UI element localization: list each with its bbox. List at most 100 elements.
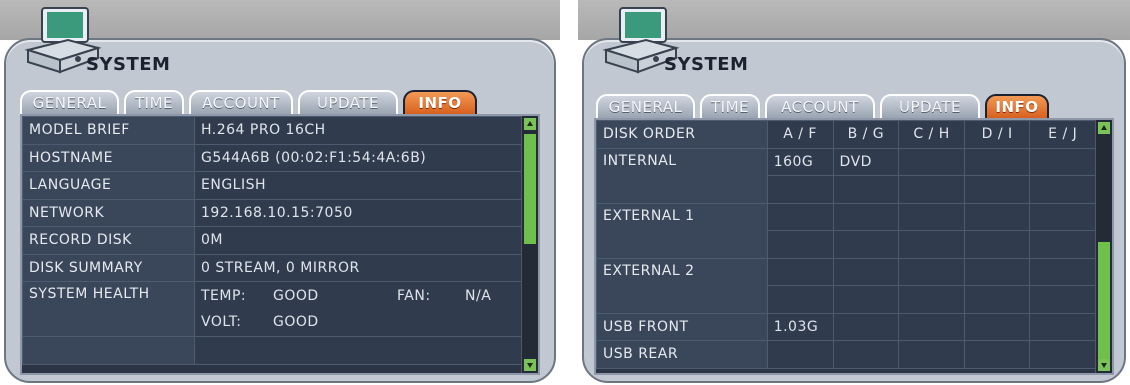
table-cell [1029,175,1096,204]
table-cell [832,312,900,341]
tab-time[interactable]: TIME [700,94,760,118]
table-cell [963,257,1031,286]
scrollbar[interactable] [521,116,538,373]
tab-time[interactable]: TIME [124,90,184,114]
row-key [22,336,195,365]
table-cell [766,230,834,259]
arrow-down-icon [527,363,533,368]
table-cell [1029,285,1096,314]
column-header: A / F [766,120,834,149]
tab-general[interactable]: GENERAL [20,90,119,114]
table-cell [898,202,965,231]
table-cell [898,340,965,369]
table-row: INTERNAL 160G DVD [596,147,1096,204]
temp-label: TEMP: [201,288,247,304]
info-table-area: MODEL BRIEF H.264 PRO 16CH HOSTNAME G544… [20,114,540,375]
scrollbar-thumb[interactable] [1098,242,1110,360]
table-cell [766,175,834,204]
table-cell [832,285,900,314]
tab-update[interactable]: UPDATE [880,94,980,118]
table-header-row: DISK ORDER A / F B / G C / H D / I E / J [596,120,1096,149]
scroll-up-button[interactable] [1098,122,1110,134]
table-cell [832,202,900,231]
row-label: USB FRONT [596,312,768,341]
table-cell [898,285,965,314]
row-key: NETWORK [22,198,195,227]
row-value: ENGLISH [194,171,522,200]
table-cell [963,202,1031,231]
table-cell [963,175,1031,204]
table-cell [898,312,965,341]
tab-account[interactable]: ACCOUNT [765,94,875,118]
temp-value: GOOD [273,288,319,304]
tab-account[interactable]: ACCOUNT [189,90,293,114]
column-header: B / G [832,120,900,149]
table-row: EXTERNAL 2 [596,257,1096,314]
row-label: EXTERNAL 1 [596,202,768,259]
arrow-up-icon [1101,125,1107,130]
table-cell [1029,147,1096,176]
scrollbar-thumb[interactable] [524,134,536,244]
row-value: G544A6B (00:02:F1:54:4A:6B) [194,143,522,172]
row-label: INTERNAL [596,147,768,204]
scroll-down-button[interactable] [524,359,536,371]
arrow-down-icon [1101,363,1107,368]
table-row: USB REAR [596,340,1096,369]
table-cell [832,175,900,204]
table-cell [963,285,1031,314]
tab-info[interactable]: INFO [403,90,477,114]
row-key: HOSTNAME [22,143,195,172]
scrollbar[interactable] [1095,120,1112,373]
scroll-down-button[interactable] [1098,359,1110,371]
table-row: USB FRONT 1.03G [596,312,1096,341]
scroll-up-button[interactable] [524,118,536,130]
table-cell [898,147,965,176]
row-value: 0 STREAM, 0 MIRROR [194,253,522,282]
system-health-value: TEMP: GOOD FAN: N/A VOLT: GOOD [194,281,522,337]
disk-order-table: DISK ORDER A / F B / G C / H D / I E / J… [596,120,1096,369]
system-info-table: MODEL BRIEF H.264 PRO 16CH HOSTNAME G544… [22,116,522,365]
system-info-panel-left: SYSTEM GENERAL TIME ACCOUNT UPDATE INFO … [0,0,560,385]
table-row: HOSTNAME G544A6B (00:02:F1:54:4A:6B) [22,143,522,172]
volt-value: GOOD [273,314,319,330]
table-cell [766,202,834,231]
row-label: USB REAR [596,340,768,369]
row-key: MODEL BRIEF [22,116,195,145]
table-cell [898,230,965,259]
disk-table-area: DISK ORDER A / F B / G C / H D / I E / J… [594,118,1114,375]
table-cell [832,230,900,259]
row-key: LANGUAGE [22,171,195,200]
row-value: 0M [194,226,522,255]
table-cell [963,312,1031,341]
table-cell [898,257,965,286]
table-row: LANGUAGE ENGLISH [22,171,522,200]
tab-general[interactable]: GENERAL [596,94,695,118]
column-header: DISK ORDER [596,120,768,149]
column-header: D / I [963,120,1031,149]
table-cell [963,340,1031,369]
table-cell [1029,312,1096,341]
table-row: EXTERNAL 1 [596,202,1096,259]
row-key: DISK SUMMARY [22,253,195,282]
table-cell [832,340,900,369]
fan-value: N/A [465,288,492,304]
tab-info[interactable]: INFO [985,94,1049,118]
arrow-up-icon [527,121,533,126]
table-cell [832,257,900,286]
table-row: SYSTEM HEALTH TEMP: GOOD FAN: N/A VOLT: … [22,281,522,337]
table-cell [766,257,834,286]
table-row: NETWORK 192.168.10.15:7050 [22,198,522,227]
table-row: RECORD DISK 0M [22,226,522,255]
table-cell [963,230,1031,259]
table-cell [963,147,1031,176]
table-cell: DVD [832,147,900,176]
window-title: SYSTEM [664,54,749,75]
table-row [22,336,522,365]
table-cell [898,175,965,204]
tab-update[interactable]: UPDATE [298,90,398,114]
row-value: H.264 PRO 16CH [194,116,522,145]
row-value: 192.168.10.15:7050 [194,198,522,227]
table-cell [1029,202,1096,231]
column-header: C / H [898,120,965,149]
table-cell [1029,340,1096,369]
